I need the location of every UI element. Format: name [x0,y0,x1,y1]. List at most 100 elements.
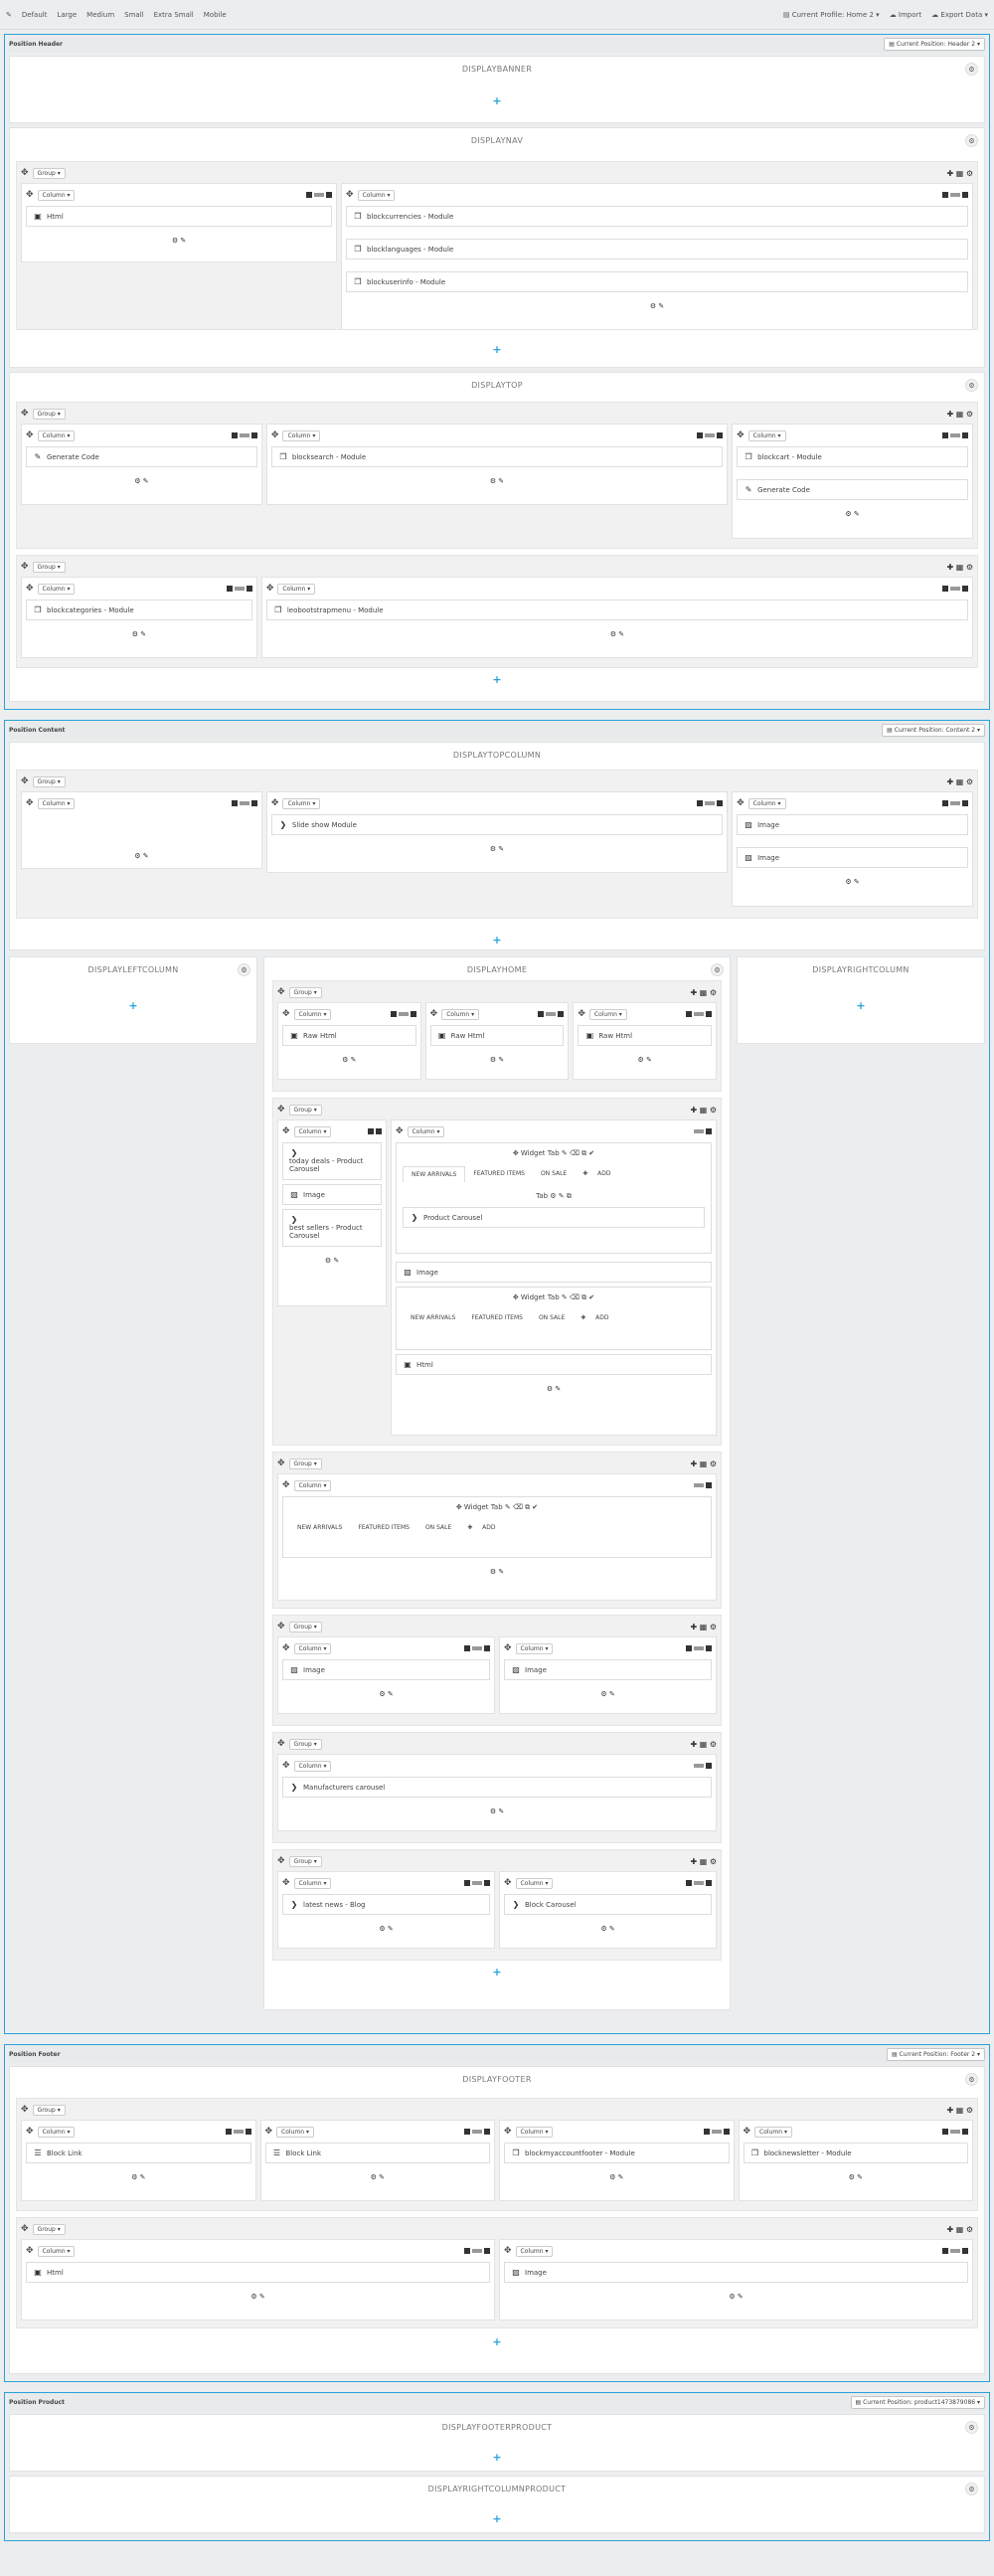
group-actions[interactable]: ✚ ▦ ⚙ [946,410,973,419]
device-small[interactable]: Small [124,11,143,19]
group-dropdown[interactable]: Group ▾ [288,1458,322,1469]
module[interactable]: ▣ Raw Html [578,1025,713,1046]
column-actions[interactable] [941,800,968,806]
move-icon[interactable]: ✥ [277,1105,285,1115]
column-footer-icons[interactable]: ⚙ ✎ [744,2167,969,2184]
module[interactable]: ▨ Image [282,1659,490,1680]
move-icon[interactable]: ✥ [282,1643,290,1653]
group-dropdown[interactable]: Group ▾ [32,775,66,787]
pencil-icon[interactable]: ✎ [6,11,12,19]
add-icon[interactable]: + [16,1000,250,1012]
column-footer-icons[interactable]: ⚙ ✎ [271,839,723,856]
group-actions[interactable]: ✚ ▦ ⚙ [690,1106,717,1115]
column-actions[interactable] [464,1880,490,1886]
gear-icon[interactable]: ⚙ [238,963,250,976]
move-icon[interactable]: ✥ [21,776,29,786]
group-actions[interactable]: ✚ ▦ ⚙ [690,1623,717,1631]
tab-featured-items[interactable]: FEATURED ITEMS [350,1520,417,1535]
column-dropdown[interactable]: Column ▾ [277,583,316,595]
move-icon[interactable]: ✥ [266,584,274,594]
add-icon[interactable]: + [16,2336,978,2348]
move-icon[interactable]: ✥ [282,1126,290,1136]
column-actions[interactable] [697,800,724,806]
column-footer-icons[interactable]: ⚙ ✎ [504,1919,712,1936]
module[interactable]: ❒ blockmyaccountfooter - Module [504,2143,730,2163]
column-footer-icons[interactable]: ⚙ ✎ [737,504,968,521]
column-actions[interactable] [226,586,252,592]
gear-icon[interactable]: ⚙ [965,2421,978,2434]
column-actions[interactable] [231,800,257,806]
module[interactable]: ▨ Image [737,814,968,835]
column-dropdown[interactable]: Column ▾ [293,1479,332,1491]
move-icon[interactable]: ✥ [21,2105,29,2115]
move-icon[interactable]: ✥ [26,2246,34,2256]
position-select[interactable]: ▤ Current Position: Content 2 ▾ [882,723,985,737]
column-actions[interactable] [942,192,968,198]
module[interactable]: ❯ latest news - Blog [282,1894,490,1915]
module[interactable]: ❒ blocknewsletter - Module [743,2143,968,2163]
add-icon[interactable]: + [16,344,978,356]
widget-tab[interactable]: ✥ Widget Tab ✎ ⌫ ⧉ ✔ NEW ARRIVALS FEATUR… [396,1287,712,1350]
move-icon[interactable]: ✥ [26,430,34,440]
widget-tab[interactable]: ✥ Widget Tab ✎ ⌫ ⧉ ✔ NEW ARRIVALS FEATUR… [396,1142,712,1254]
column-dropdown[interactable]: Column ▾ [37,2126,76,2138]
add-icon[interactable]: + [16,674,978,686]
column-footer-icons[interactable]: ⚙ ✎ [26,2287,490,2304]
move-icon[interactable]: ✥ [737,798,745,808]
move-icon[interactable]: ✥ [744,2127,751,2137]
column-actions[interactable] [694,1128,712,1134]
position-select[interactable]: ▤ Current Position: product1473879086 ▾ [850,2395,985,2409]
move-icon[interactable]: ✥ [271,430,279,440]
column-footer-icons[interactable]: ⚙ ✎ [282,1684,490,1701]
module[interactable]: ▨ Image [737,847,968,868]
column-dropdown[interactable]: Column ▾ [515,2126,554,2138]
group-dropdown[interactable]: Group ▾ [32,2104,66,2116]
move-icon[interactable]: ✥ [346,190,354,200]
position-select[interactable]: ▤ Current Position: Footer 2 ▾ [886,2047,985,2061]
column-actions[interactable] [464,2248,490,2254]
tab-on-sale[interactable]: ON SALE [531,1310,573,1325]
gear-icon[interactable]: ⚙ [965,63,978,76]
group-dropdown[interactable]: Group ▾ [288,1104,322,1116]
tab-add[interactable]: ✚ ADD [459,1520,511,1535]
column-dropdown[interactable]: Column ▾ [441,1008,480,1020]
move-icon[interactable]: ✥ [504,1643,512,1653]
module[interactable]: ▣ Raw Html [429,1025,565,1046]
move-icon[interactable]: ✥ [504,1878,512,1888]
group-actions[interactable]: ✚ ▦ ⚙ [690,988,717,997]
column-actions[interactable] [694,1763,712,1769]
column-footer-icons[interactable]: ⚙ ✎ [26,231,332,248]
column-dropdown[interactable]: Column ▾ [37,2245,76,2257]
group-actions[interactable]: ✚ ▦ ⚙ [946,563,973,572]
column-dropdown[interactable]: Column ▾ [293,1760,332,1772]
move-icon[interactable]: ✥ [21,168,29,178]
column-actions[interactable] [464,1645,490,1651]
module[interactable]: ▨ Image [504,2262,968,2283]
column-footer-icons[interactable]: ⚙ ✎ [26,624,252,641]
module-html[interactable]: ▣ Html [26,206,332,227]
group-dropdown[interactable]: Group ▾ [288,1738,322,1750]
module[interactable]: ✎ Generate Code [26,446,257,467]
module[interactable]: ❯ today deals - Product Carousel [282,1142,382,1180]
column-dropdown[interactable]: Column ▾ [293,1877,332,1889]
tab-new-arrivals[interactable]: NEW ARRIVALS [403,1166,466,1182]
tab-new-arrivals[interactable]: NEW ARRIVALS [403,1310,463,1325]
column-actions[interactable] [703,2129,730,2135]
column-dropdown[interactable]: Column ▾ [747,797,786,809]
group-actions[interactable]: ✚ ▦ ⚙ [946,169,973,178]
column-dropdown[interactable]: Column ▾ [282,797,321,809]
device-mobile[interactable]: Mobile [204,11,227,19]
column-actions[interactable] [941,432,968,438]
column-actions[interactable] [697,432,724,438]
move-icon[interactable]: ✥ [26,2127,34,2137]
column-actions[interactable] [686,1011,713,1017]
column-footer-icons[interactable]: ⚙ ✎ [282,1050,416,1067]
column-footer-icons[interactable]: ⚙ ✎ [282,1802,712,1818]
gear-icon[interactable]: ⚙ [965,2073,978,2086]
group-dropdown[interactable]: Group ▾ [288,1621,322,1632]
add-icon[interactable]: + [744,1000,978,1012]
column-footer-icons[interactable]: ⚙ ✎ [504,2287,968,2304]
column-footer-icons[interactable]: ⚙ ✎ [271,471,723,488]
move-icon[interactable]: ✥ [277,1739,285,1749]
column-actions[interactable] [464,2129,490,2135]
